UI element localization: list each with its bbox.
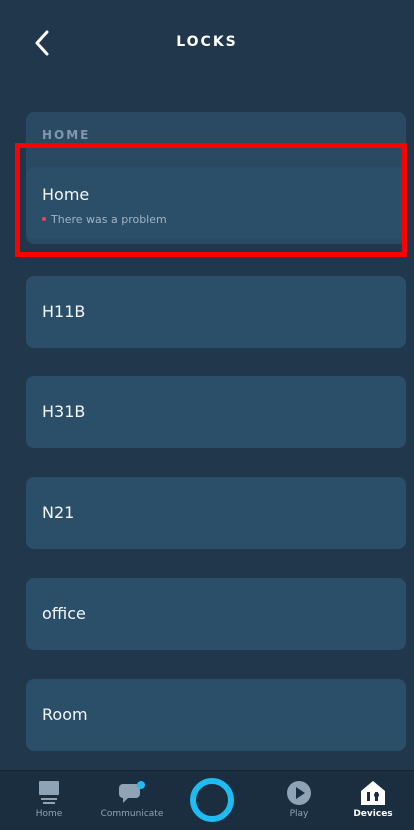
- lock-card-h31b[interactable]: H31B: [26, 376, 406, 448]
- tab-communicate[interactable]: Communicate: [97, 771, 167, 830]
- lock-card-n21[interactable]: N21: [26, 477, 406, 549]
- lock-name: N21: [42, 503, 75, 522]
- play-icon: [287, 781, 311, 805]
- lock-name: Home: [42, 185, 90, 204]
- lock-status-text: There was a problem: [51, 213, 167, 226]
- devices-icon: [361, 781, 385, 805]
- lock-card-room[interactable]: Room: [26, 679, 406, 751]
- chat-bubble-icon: [119, 781, 145, 803]
- lock-name: H31B: [42, 402, 86, 421]
- lock-card-office[interactable]: office: [26, 578, 406, 650]
- lock-card-home[interactable]: Home There was a problem: [26, 167, 406, 239]
- lock-name: office: [42, 604, 86, 623]
- lock-card-h11b[interactable]: H11B: [26, 276, 406, 348]
- echo-show-icon: [39, 781, 59, 804]
- tab-label: Devices: [353, 809, 393, 819]
- tab-play[interactable]: Play: [264, 771, 334, 830]
- group-label: HOME: [42, 128, 91, 142]
- lock-name: H11B: [42, 302, 86, 321]
- lock-status: There was a problem: [42, 213, 167, 226]
- tab-label: Communicate: [100, 809, 164, 819]
- tab-label: Home: [35, 809, 63, 819]
- tab-home[interactable]: Home: [14, 771, 84, 830]
- error-dot-icon: [42, 217, 46, 221]
- tab-devices[interactable]: Devices: [338, 771, 408, 830]
- alexa-button[interactable]: [190, 778, 234, 822]
- tab-label: Play: [289, 809, 309, 819]
- locks-list: HOME Home There was a problem H11B H31B …: [0, 0, 414, 770]
- lock-name: Room: [42, 705, 88, 724]
